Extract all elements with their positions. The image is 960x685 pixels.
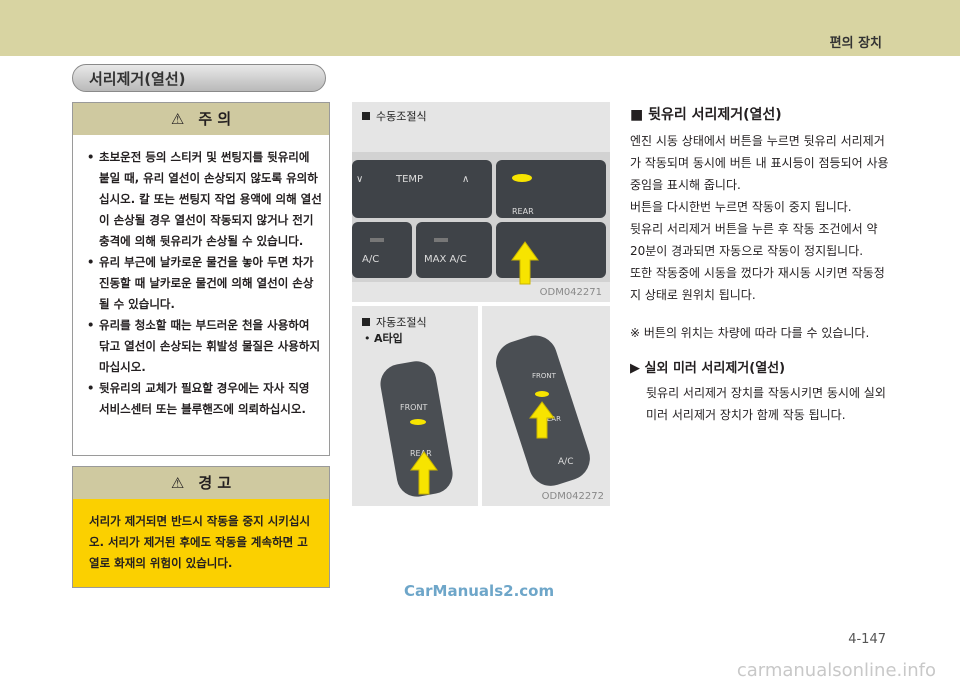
rear-defroster-title: ■ 뒷유리 서리제거(열선) — [630, 107, 782, 123]
caution-item: 초보운전 등의 스티커 및 썬팅지를 뒷유리에 붙일 때, 유리 열선이 손상되… — [87, 147, 323, 252]
chapter-title: 편의 장치 — [829, 36, 882, 51]
caution-label: 주 의 — [198, 110, 232, 128]
caution-item: 뒷유리의 교체가 필요할 경우에는 자사 직영 서비스센터 또는 블루핸즈에 의… — [87, 378, 323, 420]
figure-auto-control-b: FRONT REAR A/C ODM042272 — [482, 306, 610, 506]
warning-body: 서리가 제거되면 반드시 작동을 중지 시키십시오. 서리가 제거된 후에도 작… — [73, 499, 329, 587]
ac-label: A/C — [362, 254, 379, 265]
warning-header: ⚠ 경 고 — [73, 467, 329, 499]
chevron-up-icon: ∧ — [462, 174, 469, 185]
auto-control-panel-illustration: FRONT REAR — [380, 361, 453, 497]
paragraph: 뒷유리 서리제거 버튼을 누른 후 작동 조건에서 약 20분이 경과되면 자동… — [630, 222, 878, 258]
paragraph: 또한 작동중에 시동을 껐다가 재시동 시키면 작동정지 상태로 원위치 됩니다… — [630, 266, 885, 302]
chevron-down-icon: ∨ — [356, 174, 363, 185]
caution-box: ⚠ 주 의 초보운전 등의 스티커 및 썬팅지를 뒷유리에 붙일 때, 유리 열선… — [72, 102, 330, 456]
page-number: 4-147 — [848, 632, 886, 647]
note: ※ 버튼의 위치는 차량에 따라 다를 수 있습니다. — [630, 326, 870, 340]
temp-label: TEMP — [395, 174, 423, 185]
figure-code: ODM042271 — [539, 287, 602, 298]
section-title-pill: 서리제거(열선) — [72, 64, 326, 92]
figure-code: ODM042272 — [541, 491, 604, 502]
max-ac-label: MAX A/C — [424, 254, 467, 265]
rear-label: REAR — [512, 207, 534, 216]
warning-triangle-icon: ⚠ — [170, 474, 185, 492]
mirror-defroster-title: ▶ 실외 미러 서리제거(열선) — [630, 361, 786, 376]
front-label: FRONT — [532, 372, 557, 380]
triangle-right-icon: ▶ — [630, 361, 640, 376]
top-banner — [0, 0, 960, 56]
caution-item: 유리 부근에 날카로운 물건을 놓아 두면 차가 진동할 때 날카로운 물건에 … — [87, 252, 323, 315]
section-title: 서리제거(열선) — [89, 70, 186, 88]
manual-control-panel-illustration: ∨ ∧ TEMP A/C MAX A/C REAR — [352, 152, 610, 285]
caution-item: 유리를 청소할 때는 부드러운 천을 사용하여 닦고 열선이 손상되는 휘발성 … — [87, 315, 323, 378]
front-label: FRONT — [400, 403, 427, 412]
paragraph: 엔진 시동 상태에서 버튼을 누르면 뒷유리 서리제거가 작동되며 동시에 버튼… — [630, 134, 889, 192]
warning-text: 서리가 제거되면 반드시 작동을 중지 시키십시오. 서리가 제거된 후에도 작… — [89, 514, 311, 570]
caution-list: 초보운전 등의 스티커 및 썬팅지를 뒷유리에 붙일 때, 유리 열선이 손상되… — [87, 147, 323, 420]
warning-label: 경 고 — [198, 474, 232, 492]
mirror-defroster-text: 뒷유리 서리제거 장치를 작동시키면 동시에 실외 미러 서리제거 장치가 함께… — [646, 386, 886, 422]
watermark: CarManuals2.com — [404, 582, 555, 600]
watermark: carmanualsonline.info — [736, 660, 936, 681]
warning-triangle-icon: ⚠ — [170, 110, 185, 128]
caution-header: ⚠ 주 의 — [73, 103, 329, 135]
figure-manual-control: 수동조절식 ∨ ∧ TEMP A/C MAX A/C REAR ODM04227… — [352, 102, 610, 302]
ac-label: A/C — [558, 457, 573, 467]
rear-defroster-section: ■ 뒷유리 서리제거(열선) 엔진 시동 상태에서 버튼을 누르면 뒷유리 서리… — [630, 104, 890, 426]
figure-auto-control-a: 자동조절식 • A타입 FRONT REAR — [352, 306, 478, 506]
warning-box: ⚠ 경 고 서리가 제거되면 반드시 작동을 중지 시키십시오. 서리가 제거된 … — [72, 466, 330, 588]
paragraph: 버튼을 다시한번 누르면 작동이 중지 됩니다. — [630, 200, 852, 214]
auto-control-panel-b-illustration: FRONT REAR A/C — [496, 335, 590, 486]
